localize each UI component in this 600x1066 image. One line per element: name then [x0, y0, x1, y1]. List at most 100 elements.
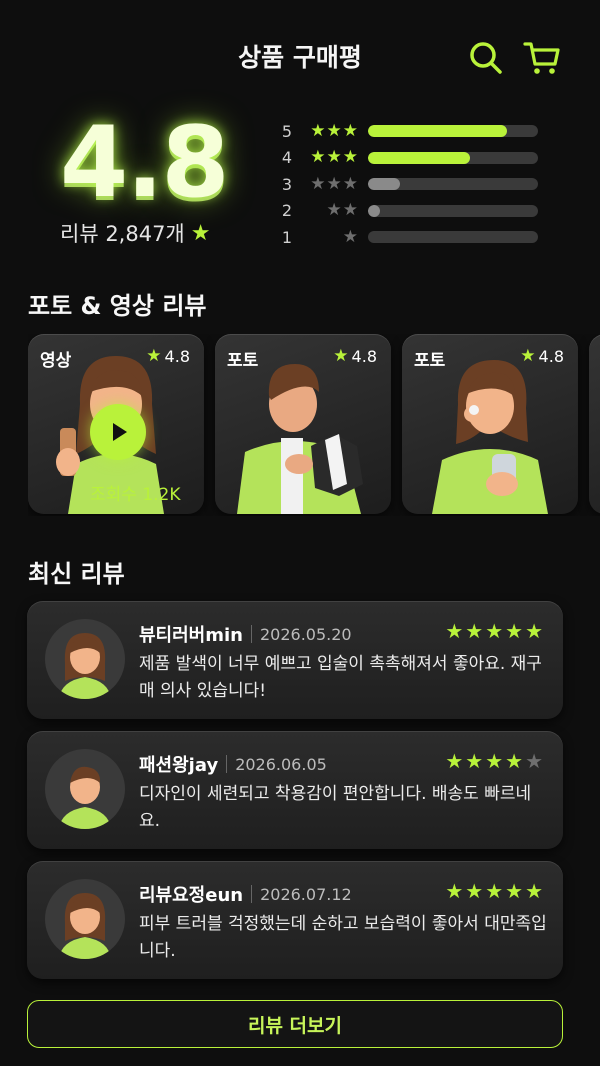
rating-bar-fill [368, 178, 401, 191]
media-score: ★ 4.8 [333, 346, 377, 366]
media-score: ★ 4.8 [520, 346, 564, 366]
media-score: ★ 4.8 [146, 346, 190, 366]
media-tag: 포토 [414, 351, 446, 371]
review-rating: ★ ★ ★ ★ ★ [445, 751, 543, 771]
media-score-value: 4.8 [351, 346, 377, 366]
play-icon [113, 423, 127, 441]
rating-bar-track [368, 204, 538, 217]
reviewer-name: 패션왕jay [139, 755, 219, 776]
rating-row: 2 ★ ★ [278, 198, 538, 225]
rating-row: 5 ★ ★ ★ [278, 118, 538, 145]
media-card-video[interactable]: 영상 ★ 4.8 조회수 1.2K [28, 334, 204, 514]
review-count-label: 리뷰 2,847개 [60, 222, 185, 246]
star-icon: ★ [326, 147, 342, 168]
star-icon: ★ [485, 879, 504, 903]
review-card[interactable]: 패션왕jay 2026.06.05 ★ ★ ★ ★ ★ 디자인이 세련되고 착용감이 편안합니… [27, 731, 563, 849]
star-icon: ★ [520, 346, 536, 366]
star-icon: ★ [342, 226, 358, 247]
rating-row: 4 ★ ★ ★ [278, 145, 538, 172]
rating-bar-fill [368, 204, 380, 217]
rating-row-stars: ★ ★ ★ [296, 173, 358, 194]
star-icon: ★ [485, 749, 504, 773]
rating-row-stars: ★ ★ ★ [296, 149, 358, 166]
review-text: 디자인이 세련되고 착용감이 편안합니다. 배송도 빠르네요. [139, 784, 532, 831]
rating-bar-track [368, 125, 538, 138]
star-icon: ★ [505, 749, 524, 773]
star-icon: ★ [465, 619, 484, 643]
rating-row-star-count: 1 [281, 227, 292, 247]
star-icon: ★ [505, 619, 524, 643]
star-icon: ★ [445, 879, 464, 903]
review-count: 리뷰 2,847개 ★ [60, 218, 211, 248]
rating-row-star-count: 3 [281, 174, 292, 194]
play-button[interactable] [90, 404, 146, 460]
review-rating: ★ ★ ★ ★ ★ [445, 881, 543, 901]
media-card-partial[interactable] [589, 334, 600, 514]
star-icon: ★ [445, 619, 464, 643]
star-icon: ★ [146, 346, 162, 366]
star-icon: ★ [326, 173, 342, 194]
star-icon: ★ [505, 879, 524, 903]
review-date: 2026.05.20 [259, 624, 352, 644]
cart-button[interactable] [522, 38, 562, 78]
media-carousel[interactable]: 영상 ★ 4.8 조회수 1.2K 포토 ★ 4.8 포토 ★ 4.8 [28, 334, 600, 516]
media-score-value: 4.8 [164, 346, 190, 366]
star-icon: ★ [465, 749, 484, 773]
average-rating: 4.8 [60, 106, 230, 220]
cart-icon [523, 42, 560, 74]
star-icon: ★ [190, 220, 211, 246]
divider [250, 625, 252, 643]
review-text: 피부 트러블 걱정했는데 순하고 보습력이 좋아서 대만족입니다. [139, 914, 547, 961]
star-icon: ★ [525, 879, 543, 903]
review-date: 2026.07.12 [260, 884, 352, 904]
app-header: 상품 구매평 [0, 0, 600, 112]
media-score-value: 4.8 [538, 346, 564, 366]
star-icon: ★ [342, 147, 358, 168]
reviewer-name: 뷰티러버min [139, 625, 243, 646]
star-icon: ★ [310, 147, 326, 168]
star-icon: ★ [465, 879, 484, 903]
avatar [45, 619, 125, 699]
divider [226, 755, 228, 773]
rating-row-star-count: 4 [281, 148, 292, 168]
rating-row: 1 ★ [278, 224, 538, 251]
page-title: 상품 구매평 [238, 43, 362, 72]
avatar [45, 879, 125, 959]
latest-section-title: 최신 리뷰 [28, 560, 125, 588]
star-icon: ★ [333, 346, 349, 366]
media-card-photo[interactable]: 포토 ★ 4.8 [215, 334, 391, 514]
avatar [45, 749, 125, 829]
star-icon: ★ [525, 619, 543, 643]
media-views: 조회수 1.2K [90, 485, 181, 505]
review-rating: ★ ★ ★ ★ ★ [445, 621, 543, 641]
divider [251, 885, 253, 903]
rating-bar-track [368, 231, 538, 244]
search-button[interactable] [466, 38, 506, 78]
rating-bar-track [368, 178, 538, 191]
media-card-photo[interactable]: 포토 ★ 4.8 [402, 334, 578, 514]
star-icon: ★ [342, 173, 358, 194]
star-icon: ★ [485, 619, 504, 643]
star-icon: ★ [342, 120, 358, 141]
review-text: 제품 발색이 너무 예쁘고 입술이 촉촉해져서 좋아요. 재구매 의사 있습니다… [139, 654, 542, 701]
review-card[interactable]: 리뷰요정eun 2026.07.12 ★ ★ ★ ★ ★ 피부 트러블 걱정했는데 순하고 보… [27, 861, 563, 979]
more-reviews-button[interactable]: 리뷰 더보기 [27, 1000, 563, 1048]
rating-row: 3 ★ ★ ★ [278, 171, 538, 198]
star-icon: ★ [445, 749, 464, 773]
star-icon: ★ [310, 120, 326, 141]
review-card[interactable]: 뷰티러버min 2026.05.20 ★ ★ ★ ★ ★ 제품 발색이 너무 예쁘고 입술이 … [27, 601, 563, 719]
media-tag: 포토 [227, 351, 259, 371]
rating-row-stars: ★ ★ ★ [296, 120, 358, 141]
rating-bar-track [368, 151, 538, 164]
search-icon [470, 42, 502, 74]
star-icon: ★ [310, 173, 326, 194]
review-date: 2026.06.05 [235, 754, 327, 774]
review-meta: 뷰티러버min 2026.05.20 [139, 621, 352, 647]
rating-row-stars: ★ [296, 226, 358, 247]
review-meta: 리뷰요정eun 2026.07.12 [139, 881, 352, 907]
review-meta: 패션왕jay 2026.06.05 [139, 751, 327, 777]
rating-distribution: 5 ★ ★ ★ 4 ★ ★ ★ 3 ★ ★ ★ 2 ★ ★ 1 ★ [278, 118, 538, 251]
star-icon: ★ [326, 120, 342, 141]
star-icon: ★ [525, 749, 543, 773]
rating-bar-fill [368, 151, 470, 164]
